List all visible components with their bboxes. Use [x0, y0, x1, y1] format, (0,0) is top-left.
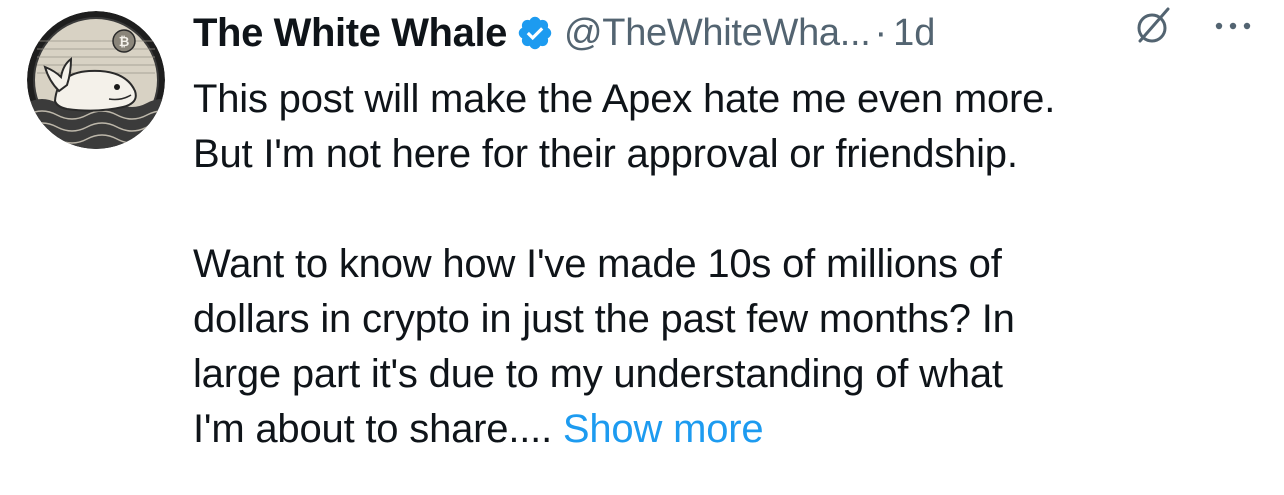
post-timestamp[interactable]: 1d	[893, 12, 935, 55]
grok-icon[interactable]	[1132, 3, 1176, 47]
tweet-paragraph-1: This post will make the Apex hate me eve…	[193, 77, 1056, 176]
author-handle[interactable]: @TheWhiteWha...	[564, 12, 871, 55]
author-avatar[interactable]: ₿	[27, 11, 165, 149]
tweet-header: The White Whale @TheWhiteWha... · 1d	[193, 8, 1263, 58]
tweet-text: This post will make the Apex hate me eve…	[193, 72, 1263, 457]
meta-separator: ·	[874, 11, 888, 54]
tweet-card[interactable]: ₿ The White Whale @TheWhiteWha... · 1d T…	[0, 0, 1284, 495]
verified-badge-icon[interactable]	[516, 14, 554, 52]
svg-text:₿: ₿	[119, 35, 130, 50]
show-more-link[interactable]: Show more	[563, 407, 764, 451]
author-display-name[interactable]: The White Whale	[193, 11, 507, 56]
more-options-icon[interactable]	[1210, 6, 1256, 46]
whale-avatar-image: ₿	[27, 11, 165, 149]
